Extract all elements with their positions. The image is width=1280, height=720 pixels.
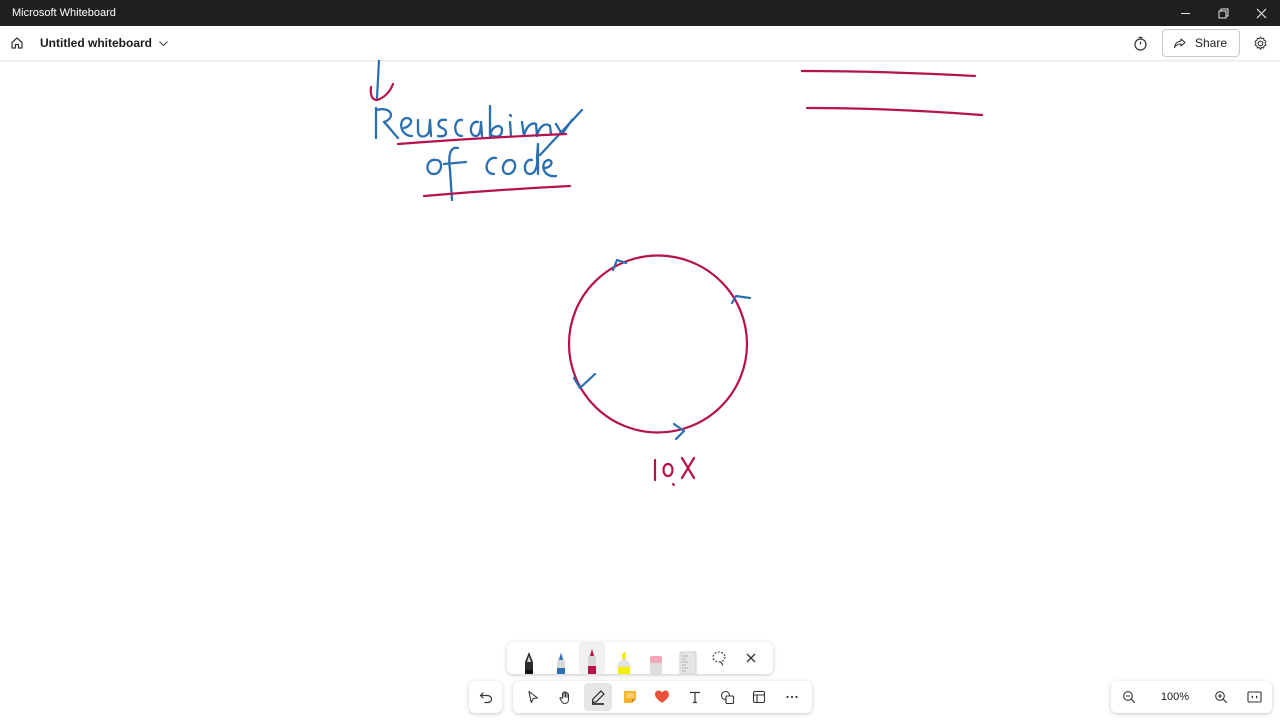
reaction-heart-icon bbox=[655, 690, 670, 703]
red-pen-button[interactable] bbox=[579, 642, 606, 674]
ink-arrow-shaft bbox=[375, 60, 381, 100]
ruler-icon bbox=[679, 651, 697, 674]
undo-button[interactable] bbox=[472, 683, 500, 711]
close-icon bbox=[746, 653, 756, 663]
close-icon bbox=[1256, 8, 1266, 18]
timer-button[interactable] bbox=[1128, 30, 1154, 56]
select-icon bbox=[528, 690, 539, 704]
zoom-out-button[interactable] bbox=[1117, 685, 1141, 709]
text-tool[interactable] bbox=[681, 683, 709, 711]
ink-cycle-circle bbox=[567, 254, 749, 434]
home-icon bbox=[11, 37, 23, 49]
zoom-controls: 100% bbox=[1111, 681, 1272, 713]
ink-label-10x bbox=[653, 456, 696, 487]
sticky-note-icon bbox=[624, 691, 637, 703]
settings-button[interactable] bbox=[1248, 30, 1272, 56]
restore-button[interactable] bbox=[1204, 0, 1242, 26]
select-tool[interactable] bbox=[519, 683, 547, 711]
more-icon bbox=[786, 695, 798, 699]
fit-screen-icon bbox=[1246, 691, 1262, 703]
share-button[interactable]: Share bbox=[1161, 29, 1240, 57]
text-icon bbox=[689, 691, 700, 704]
lasso-button[interactable] bbox=[706, 642, 732, 674]
main-toolbar bbox=[513, 681, 812, 713]
ink-line-top-right-1 bbox=[800, 69, 977, 78]
undo-icon bbox=[479, 692, 492, 704]
yellow-highlighter-button[interactable] bbox=[611, 642, 637, 674]
ink-arrow-head bbox=[369, 82, 395, 102]
zoom-in-button[interactable] bbox=[1209, 685, 1233, 709]
minimize-icon bbox=[1180, 12, 1190, 14]
more-tools-button[interactable] bbox=[778, 683, 806, 711]
blue-pen-button[interactable] bbox=[548, 642, 574, 674]
lasso-icon bbox=[712, 651, 726, 666]
fit-screen-button[interactable] bbox=[1242, 685, 1266, 709]
yellow-highlighter-icon bbox=[618, 652, 631, 674]
zoom-in-icon bbox=[1215, 691, 1228, 704]
home-button[interactable] bbox=[0, 26, 34, 60]
restore-icon bbox=[1218, 8, 1228, 18]
eraser-icon bbox=[649, 656, 662, 674]
app-title: Microsoft Whiteboard bbox=[12, 7, 116, 19]
ruler-button[interactable] bbox=[675, 642, 701, 674]
templates-tool[interactable] bbox=[745, 683, 773, 711]
share-label: Share bbox=[1194, 36, 1227, 50]
pen-tool[interactable] bbox=[583, 683, 612, 711]
reaction-tool[interactable] bbox=[648, 683, 676, 711]
chevron-down-icon bbox=[159, 40, 168, 46]
eraser-button[interactable] bbox=[643, 642, 669, 674]
ink-underline-2 bbox=[422, 184, 572, 198]
red-pen-icon bbox=[588, 648, 597, 674]
timer-icon bbox=[1134, 36, 1148, 51]
blue-pen-icon bbox=[556, 652, 565, 674]
header-actions: Share bbox=[1128, 29, 1272, 57]
shapes-tool[interactable] bbox=[713, 683, 741, 711]
black-pen-button[interactable] bbox=[516, 642, 542, 674]
templates-icon bbox=[753, 690, 766, 704]
undo-container bbox=[469, 681, 502, 713]
share-icon bbox=[1173, 38, 1186, 49]
whiteboard-canvas[interactable] bbox=[0, 60, 1280, 720]
minimize-button[interactable] bbox=[1166, 0, 1204, 26]
settings-icon bbox=[1254, 36, 1266, 50]
zoom-level[interactable]: 100% bbox=[1150, 691, 1200, 703]
ink-word-reusability bbox=[374, 104, 584, 157]
pan-tool[interactable] bbox=[551, 683, 579, 711]
board-title-menu[interactable]: Untitled whiteboard bbox=[40, 36, 169, 50]
zoom-out-icon bbox=[1123, 691, 1136, 704]
ink-layer bbox=[369, 60, 984, 487]
title-bar: Microsoft Whiteboard bbox=[0, 0, 1280, 26]
shapes-icon bbox=[720, 690, 734, 704]
sticky-note-tool[interactable] bbox=[616, 683, 644, 711]
pan-hand-icon bbox=[559, 690, 569, 704]
pen-tray bbox=[507, 642, 773, 674]
black-pen-icon bbox=[524, 652, 533, 674]
app-header: Untitled whiteboard Share bbox=[0, 26, 1280, 60]
pen-icon bbox=[591, 690, 605, 705]
board-title: Untitled whiteboard bbox=[40, 36, 152, 50]
ink-line-top-right-2 bbox=[805, 106, 984, 117]
close-window-button[interactable] bbox=[1242, 0, 1280, 26]
close-tray-button[interactable] bbox=[738, 642, 764, 674]
